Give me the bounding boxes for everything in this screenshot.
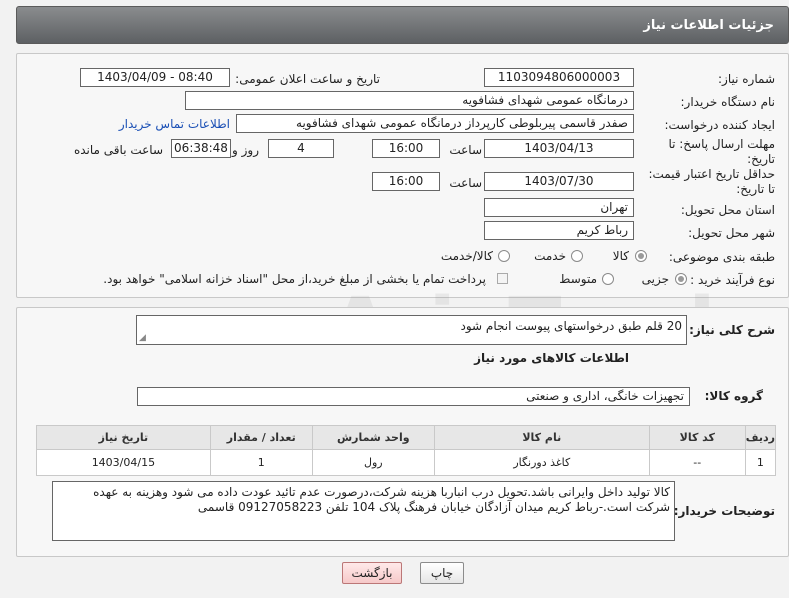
cell-qty: 1 (209, 449, 313, 476)
description-label: شرح کلی نیاز: (689, 323, 775, 337)
announce-datetime-field: 1403/04/09 - 08:40 (80, 68, 230, 87)
delivery-city-field: رباط کریم (484, 221, 634, 240)
resize-handle-icon[interactable]: ◢ (139, 333, 146, 343)
buyer-notes-textarea[interactable]: کالا تولید داخل وایرانی باشد.تحویل درب ا… (52, 481, 675, 541)
delivery-province-label: استان محل تحویل: (680, 203, 775, 217)
cell-unit: رول (311, 449, 435, 476)
buyer-org-label: نام دستگاه خریدار: (680, 95, 776, 109)
remaining-time-label: ساعت باقی مانده (73, 143, 163, 157)
page-header: جزئیات اطلاعات نیاز (16, 6, 789, 44)
col-unit: واحد شمارش (311, 425, 435, 450)
goods-table: ردیف کد کالا نام کالا واحد شمارش تعداد /… (36, 425, 777, 476)
buyer-notes-label: توضیحات خریدار: (673, 504, 775, 518)
goods-group-label: گروه کالا: (704, 389, 763, 403)
need-number-label: شماره نیاز: (718, 72, 775, 86)
description-textarea[interactable]: 20 قلم طبق درخواستهای پیوست انجام شود ◢ (136, 315, 687, 345)
buyer-org-field: درمانگاه عمومی شهدای فشافویه (185, 91, 634, 110)
goods-group-field: تجهیزات خانگی، اداری و صنعتی (137, 387, 690, 406)
validity-date-field: 1403/07/30 (484, 172, 634, 191)
description-text: 20 قلم طبق درخواستهای پیوست انجام شود (460, 319, 683, 333)
process-option-medium: متوسط (559, 272, 597, 286)
delivery-city-label: شهر محل تحویل: (688, 226, 775, 240)
creator-field: صفدر قاسمی پیربلوطی کارپرداز درمانگاه عم… (236, 114, 634, 133)
page-title: جزئیات اطلاعات نیاز (643, 18, 774, 33)
cell-row: 1 (744, 449, 777, 476)
print-button[interactable]: چاپ (420, 562, 464, 584)
goods-section-title: اطلاعات کالاهای مورد نیاز (474, 351, 629, 365)
col-code: کد کالا (648, 425, 746, 450)
creator-label: ایجاد کننده درخواست: (664, 118, 775, 132)
process-option-minor: جزیی (641, 272, 669, 286)
purchase-process-label: نوع فرآیند خرید : (690, 273, 775, 287)
reply-date-field: 1403/04/13 (484, 139, 634, 158)
category-radio-service[interactable] (571, 250, 583, 262)
back-button[interactable]: بازگشت (342, 562, 402, 584)
treasury-payment-note: پرداخت تمام یا بخشی از مبلغ خرید،از محل … (103, 272, 486, 286)
process-radio-minor[interactable] (675, 273, 687, 285)
cell-code: -- (648, 449, 746, 476)
cell-need-date: 1403/04/15 (36, 449, 211, 476)
category-radio-goods-service[interactable] (498, 250, 510, 262)
category-option-goods-service: کالا/خدمت (440, 249, 493, 263)
validity-time-field: 16:00 (372, 172, 440, 191)
category-option-service: خدمت (534, 249, 566, 263)
process-radio-medium[interactable] (602, 273, 614, 285)
validity-time-label: ساعت (449, 176, 482, 190)
announce-datetime-label: تاریخ و ساعت اعلان عمومی: (235, 72, 380, 86)
reply-time-field: 16:00 (372, 139, 440, 158)
category-option-goods: کالا (612, 249, 629, 263)
col-row: ردیف (744, 425, 777, 450)
need-number-field: 1103094806000003 (484, 68, 634, 87)
col-need-date: تاریخ نیاز (36, 425, 211, 450)
reply-time-label: ساعت (449, 143, 482, 157)
cell-name: کاغذ دورنگار (433, 449, 650, 476)
category-radio-goods[interactable] (635, 250, 647, 262)
buyer-notes-text: کالا تولید داخل وایرانی باشد.تحویل درب ا… (93, 485, 670, 514)
col-name: نام کالا (433, 425, 650, 450)
days-label: روز و (232, 143, 259, 157)
col-qty: تعداد / مقدار (209, 425, 313, 450)
category-label: طبقه بندی موضوعی: (668, 250, 775, 264)
reply-deadline-label: مهلت ارسال پاسخ: تا تاریخ: (668, 137, 775, 166)
delivery-province-field: تهران (484, 198, 634, 217)
price-validity-label: حداقل تاریخ اعتبار قیمت: تا تاریخ: (648, 167, 775, 196)
buyer-contact-link[interactable]: اطلاعات تماس خریدار (119, 117, 230, 132)
table-row: 1 -- کاغذ دورنگار رول 1 1403/04/15 (36, 449, 777, 476)
goods-table-header: ردیف کد کالا نام کالا واحد شمارش تعداد /… (36, 425, 777, 450)
remaining-time-field: 06:38:48 (171, 139, 231, 158)
remaining-days-field: 4 (268, 139, 334, 158)
treasury-payment-checkbox[interactable] (497, 273, 508, 284)
